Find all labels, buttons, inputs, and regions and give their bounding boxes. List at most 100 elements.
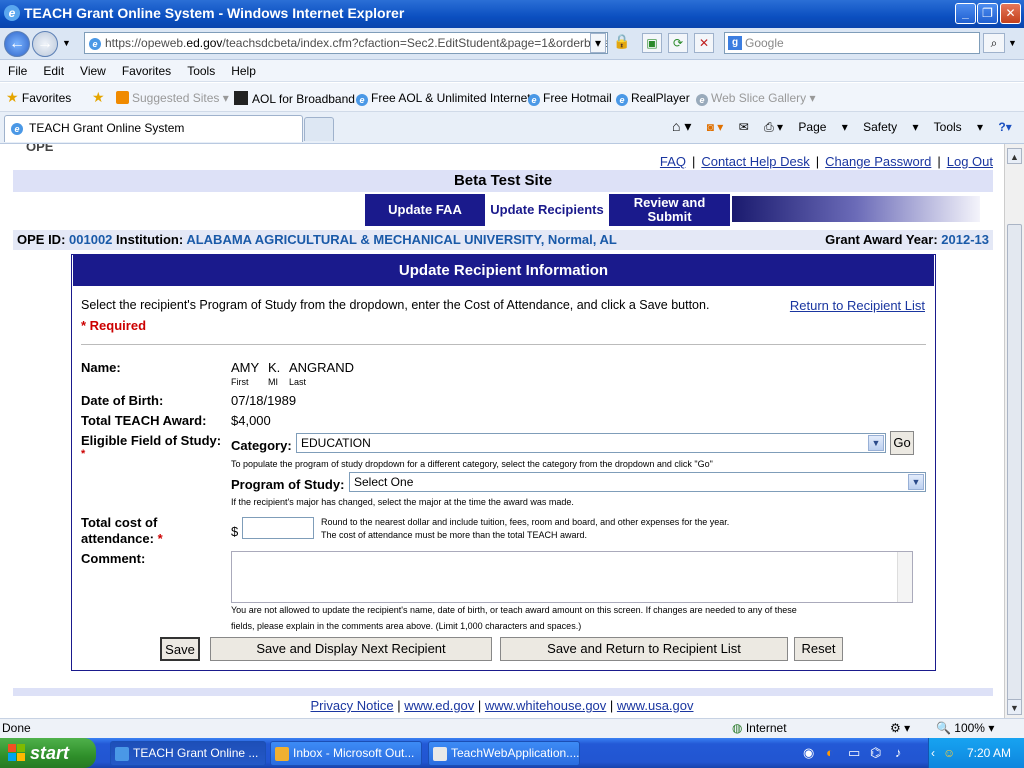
program-help: If the recipient's major has changed, se… <box>231 497 574 507</box>
log-out-link[interactable]: Log Out <box>947 154 993 169</box>
menu-edit[interactable]: Edit <box>35 60 72 82</box>
address-toolbar: ← → ▼ e https://opeweb.ed.gov/teachsdcbe… <box>0 28 1024 60</box>
forward-button[interactable]: → <box>32 31 58 57</box>
menu-tools[interactable]: Tools <box>179 60 223 82</box>
change-password-link[interactable]: Change Password <box>825 154 931 169</box>
help-icon[interactable]: ?▾ <box>998 120 1011 134</box>
search-input[interactable]: g Google <box>724 32 980 54</box>
institution-bar: OPE ID: 001002 Institution: ALABAMA AGRI… <box>13 230 993 250</box>
fav-aol-broadband[interactable]: AOL for Broadband <box>234 91 355 106</box>
chrome-icon[interactable]: ◉ <box>803 745 814 761</box>
first-name: AMY <box>231 360 260 375</box>
cost-input[interactable] <box>242 517 314 539</box>
stop-icon[interactable]: ✕ <box>694 33 714 53</box>
site-banner: Beta Test Site <box>13 170 993 192</box>
return-to-list-link[interactable]: Return to Recipient List <box>790 298 925 313</box>
required-star: * <box>157 531 163 546</box>
scroll-thumb[interactable] <box>1007 224 1022 712</box>
task-teach-grant[interactable]: TEACH Grant Online ... <box>110 741 266 766</box>
history-dropdown-icon[interactable]: ▼ <box>62 38 71 48</box>
tools-menu[interactable]: Tools ▾ <box>934 120 983 134</box>
tab-teach-grant[interactable]: e TEACH Grant Online System <box>4 115 303 142</box>
zone-indicator[interactable]: ◍ Internet <box>732 719 787 738</box>
comment-textarea[interactable] <box>231 551 913 603</box>
chevron-down-icon: ▼ <box>868 435 884 451</box>
reset-button[interactable]: Reset <box>794 637 843 661</box>
safety-menu-label: Safety <box>863 120 898 134</box>
zone-label: Internet <box>745 721 787 735</box>
volume-icon[interactable]: ♪ <box>895 745 902 760</box>
print-icon[interactable]: ⎙ ▾ <box>764 120 783 134</box>
fav-free-aol[interactable]: e Free AOL & Unlimited Internet <box>356 91 531 106</box>
page-scrollbar[interactable]: ▲ ▼ <box>1004 144 1024 718</box>
save-return-button[interactable]: Save and Return to Recipient List <box>500 637 788 661</box>
faq-link[interactable]: FAQ <box>660 154 686 169</box>
address-input[interactable]: e https://opeweb.ed.gov/teachsdcbeta/ind… <box>84 32 608 54</box>
compatibility-icon[interactable]: ▣ <box>642 33 662 53</box>
tab-update-recipients[interactable]: Update Recipients <box>485 194 609 226</box>
go-button[interactable]: Go <box>890 431 914 455</box>
scroll-up-icon[interactable]: ▲ <box>1007 148 1022 164</box>
fav-free-hotmail[interactable]: e Free Hotmail <box>528 91 612 106</box>
page-menu[interactable]: Page ▾ <box>798 120 847 134</box>
favorites-button[interactable]: ★ Favorites <box>6 89 71 106</box>
fav-web-slice-gallery[interactable]: e Web Slice Gallery ▾ <box>696 91 816 106</box>
outlook-tray-icon[interactable]: ◐ <box>826 745 834 760</box>
protected-mode-icon[interactable]: ⚙ ▾ <box>890 719 910 738</box>
search-options-icon[interactable]: ▼ <box>1008 38 1017 48</box>
lock-icon[interactable]: 🔒 <box>612 33 632 53</box>
cost-label-text: attendance: <box>81 531 154 546</box>
favorites-bar: ★ Favorites ★ Suggested Sites ▾ AOL for … <box>0 83 1024 112</box>
window-title-bar[interactable]: e TEACH Grant Online System - Windows In… <box>0 0 1024 28</box>
privacy-notice-link[interactable]: Privacy Notice <box>311 698 394 713</box>
window-icon <box>433 747 447 761</box>
search-icon[interactable]: ⌕ <box>983 33 1005 53</box>
save-button[interactable]: Save <box>160 637 200 661</box>
menu-view[interactable]: View <box>72 60 114 82</box>
scroll-down-icon[interactable]: ▼ <box>1007 699 1022 715</box>
messenger-icon[interactable]: ☺ <box>943 738 955 768</box>
tab-update-faa[interactable]: Update FAA <box>365 194 485 226</box>
minimize-button[interactable]: _ <box>955 3 976 24</box>
ie-icon: e <box>4 5 20 21</box>
clock[interactable]: 7:20 AM <box>967 738 1011 768</box>
task-teachwebapp[interactable]: TeachWebApplication.... <box>428 741 580 766</box>
category-select[interactable]: EDUCATION ▼ <box>296 433 886 453</box>
home-icon[interactable]: ⌂ ▾ <box>672 118 691 134</box>
window-tray-icon[interactable]: ▭ <box>848 745 860 761</box>
status-bar: Done ◍ Internet ⚙ ▾ 🔍 100% ▾ <box>0 718 1024 738</box>
usa-gov-link[interactable]: www.usa.gov <box>617 698 694 713</box>
feeds-icon[interactable]: ◙ ▾ <box>707 120 724 134</box>
tray-back-icon[interactable]: ‹ <box>931 738 935 768</box>
zoom-control[interactable]: 🔍 100% ▾ <box>936 719 994 738</box>
menu-help[interactable]: Help <box>223 60 264 82</box>
ed-gov-link[interactable]: www.ed.gov <box>404 698 474 713</box>
comment-scrollbar[interactable] <box>897 552 912 602</box>
refresh-icon[interactable]: ⟳ <box>668 33 688 53</box>
menu-file[interactable]: File <box>0 60 35 82</box>
safety-menu[interactable]: Safety ▾ <box>863 120 918 134</box>
add-favorite-icon[interactable]: ★ <box>92 89 105 106</box>
tab-review-submit[interactable]: Review and Submit <box>609 194 730 226</box>
contact-help-desk-link[interactable]: Contact Help Desk <box>701 154 809 169</box>
task-label: TeachWebApplication.... <box>451 746 580 760</box>
fav-suggested-sites[interactable]: Suggested Sites ▾ <box>116 91 229 105</box>
restore-button[interactable]: ❐ <box>977 3 998 24</box>
comment-help-2: fields, please explain in the comments a… <box>231 621 582 631</box>
save-next-button[interactable]: Save and Display Next Recipient <box>210 637 492 661</box>
task-label: Inbox - Microsoft Out... <box>293 746 415 760</box>
back-button[interactable]: ← <box>4 31 30 57</box>
close-button[interactable]: ✕ <box>1000 3 1021 24</box>
read-mail-icon[interactable]: ✉ <box>739 120 749 134</box>
cost-help-1: Round to the nearest dollar and include … <box>321 517 730 527</box>
name-label: Name: <box>81 360 121 375</box>
address-dropdown-icon[interactable]: ▾ <box>590 33 606 53</box>
program-select[interactable]: Select One ▼ <box>349 472 926 492</box>
menu-favorites[interactable]: Favorites <box>114 60 179 82</box>
new-tab-button[interactable] <box>304 117 334 141</box>
whitehouse-link[interactable]: www.whitehouse.gov <box>485 698 606 713</box>
task-outlook[interactable]: Inbox - Microsoft Out... <box>270 741 422 766</box>
start-button[interactable]: start <box>0 738 96 768</box>
network-icon[interactable]: ⌬ <box>870 745 881 761</box>
fav-realplayer[interactable]: e RealPlayer <box>616 91 690 106</box>
